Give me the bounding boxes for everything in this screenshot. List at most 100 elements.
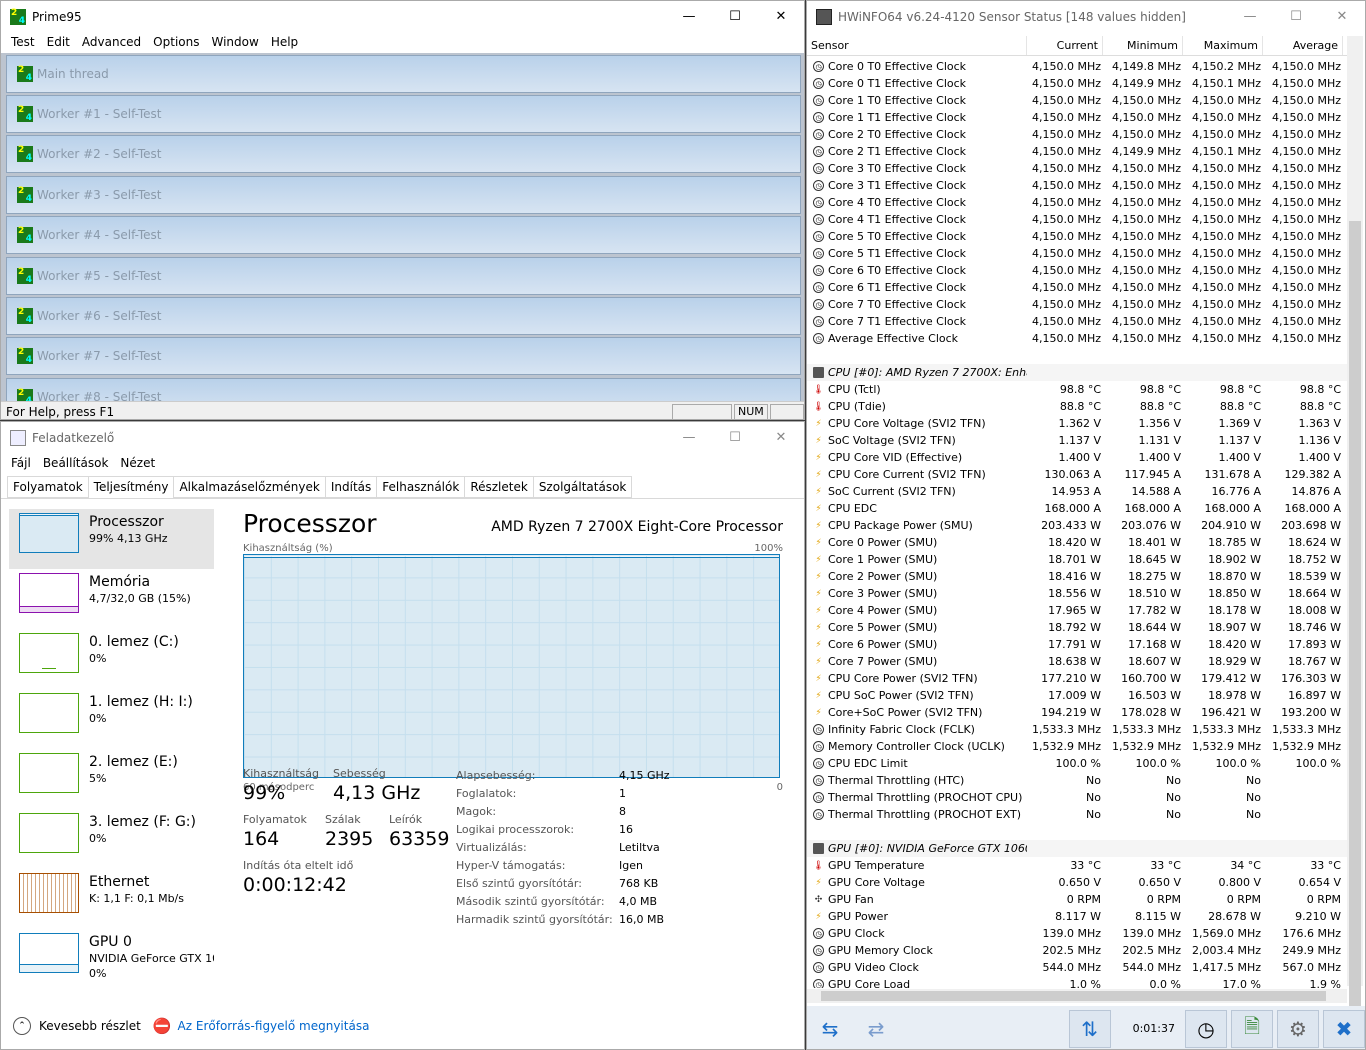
menu-options[interactable]: Options xyxy=(147,35,205,49)
sensor-row[interactable]: ⚡ CPU Core Current (SVI2 TFN) 130.063 A 117… xyxy=(807,466,1347,483)
open-resource-monitor-link[interactable]: Az Erőforrás-figyelő megnyitása xyxy=(178,1019,370,1033)
sensor-row[interactable]: ◷ Core 5 T1 Effective Clock 4,150.0 MHz 4,1… xyxy=(807,245,1347,262)
sensor-row[interactable]: ◷ Core 3 T0 Effective Clock 4,150.0 MHz 4,1… xyxy=(807,160,1347,177)
vertical-scrollbar[interactable] xyxy=(1347,36,1363,1006)
expand-arrows-icon[interactable]: ⇆ xyxy=(809,1010,851,1048)
sensor-group-header[interactable]: CPU [#0]: AMD Ryzen 7 2700X: Enha... xyxy=(807,364,1347,381)
sensor-row[interactable]: ◷ Core 2 T0 Effective Clock 4,150.0 MHz 4,1… xyxy=(807,126,1347,143)
sensor-row[interactable]: ⚡ SoC Current (SVI2 TFN) 14.953 A 14.588 A 1… xyxy=(807,483,1347,500)
worker-window-2[interactable]: Worker #2 - Self-Test xyxy=(6,135,801,173)
horizontal-scrollbar[interactable] xyxy=(807,989,1347,1003)
worker-window-3[interactable]: Worker #3 - Self-Test xyxy=(6,176,801,214)
column-sensor[interactable]: Sensor xyxy=(807,36,1027,55)
column-maximum[interactable]: Maximum xyxy=(1183,36,1263,55)
sensor-row[interactable]: ◷ GPU Core Load 1.0 % 0.0 % 17.0 % 1.9 % xyxy=(807,976,1347,988)
sensor-row[interactable]: ◷ Core 6 T1 Effective Clock 4,150.0 MHz 4,1… xyxy=(807,279,1347,296)
sensor-row[interactable]: ⚡ Core 0 Power (SMU) 18.420 W 18.401 W 18.78… xyxy=(807,534,1347,551)
close-button[interactable]: ✕ xyxy=(758,1,804,32)
sensor-row[interactable]: ⚡ Core 5 Power (SMU) 18.792 W 18.644 W 18.90… xyxy=(807,619,1347,636)
sensor-row[interactable]: ◷ Core 6 T0 Effective Clock 4,150.0 MHz 4,1… xyxy=(807,262,1347,279)
collapse-arrows-icon[interactable]: ⇄ xyxy=(855,1010,897,1048)
sensor-row[interactable]: ◷ Core 3 T1 Effective Clock 4,150.0 MHz 4,1… xyxy=(807,177,1347,194)
sensor-row[interactable]: ◷ Infinity Fabric Clock (FCLK) 1,533.3 MHz… xyxy=(807,721,1347,738)
sensor-row[interactable]: ⚡ CPU Core Power (SVI2 TFN) 177.210 W 160.7… xyxy=(807,670,1347,687)
chevron-up-icon[interactable]: ⌃ xyxy=(13,1017,31,1035)
column-average[interactable]: Average xyxy=(1263,36,1343,55)
worker-window-8[interactable]: Worker #8 - Self-Test xyxy=(6,378,801,401)
sensor-row[interactable]: ◷ Core 4 T0 Effective Clock 4,150.0 MHz 4,1… xyxy=(807,194,1347,211)
sensor-row[interactable]: ◷ Core 0 T0 Effective Clock 4,150.0 MHz 4,1… xyxy=(807,58,1347,75)
menu-file[interactable]: Fájl xyxy=(5,456,37,470)
menu-advanced[interactable]: Advanced xyxy=(76,35,147,49)
sensor-row[interactable]: ◷ GPU Clock 139.0 MHz 139.0 MHz 1,569.0 MHz 1… xyxy=(807,925,1347,942)
sensor-row[interactable]: ⚡ CPU Core Voltage (SVI2 TFN) 1.362 V 1.356… xyxy=(807,415,1347,432)
hwinfo-titlebar[interactable]: HWiNFO64 v6.24-4120 Sensor Status [148 v… xyxy=(807,1,1365,32)
sensor-row[interactable]: ◷ Average Effective Clock 4,150.0 MHz 4,150… xyxy=(807,330,1347,347)
worker-window-4[interactable]: Worker #4 - Self-Test xyxy=(6,216,801,254)
sensor-row[interactable]: ⚡ Core 1 Power (SMU) 18.701 W 18.645 W 18.90… xyxy=(807,551,1347,568)
sensor-row[interactable]: ◷ Thermal Throttling (PROCHOT CPU) No No No xyxy=(807,789,1347,806)
menu-help[interactable]: Help xyxy=(265,35,304,49)
menu-test[interactable]: Test xyxy=(5,35,41,49)
maximize-button[interactable]: ☐ xyxy=(712,1,758,32)
sensor-row[interactable]: 🌡 GPU Temperature 33 °C 33 °C 34 °C 33 °C xyxy=(807,857,1347,874)
sensor-row[interactable]: ◷ Core 1 T1 Effective Clock 4,150.0 MHz 4,1… xyxy=(807,109,1347,126)
logging-icon[interactable]: 🗎 xyxy=(1231,1009,1273,1048)
resource-gpu[interactable]: GPU 0 NVIDIA GeForce GTX 1060 0% xyxy=(9,929,214,989)
menu-window[interactable]: Window xyxy=(205,35,264,49)
sensor-row[interactable]: ◷ Thermal Throttling (PROCHOT EXT) No No No xyxy=(807,806,1347,823)
resource-disk-2[interactable]: 2. lemez (E:) 5% xyxy=(9,749,214,809)
menu-view[interactable]: Nézet xyxy=(114,456,161,470)
tab-processes[interactable]: Folyamatok xyxy=(7,476,89,498)
worker-window-1[interactable]: Worker #1 - Self-Test xyxy=(6,95,801,133)
sensor-row[interactable]: ⚡ CPU EDC 168.000 A 168.000 A 168.000 A 168.0… xyxy=(807,500,1347,517)
sensor-row[interactable]: ⚡ Core 2 Power (SMU) 18.416 W 18.275 W 18.87… xyxy=(807,568,1347,585)
scrollbar-thumb[interactable] xyxy=(821,991,1326,1001)
sensor-row[interactable]: ⚡ GPU Core Voltage 0.650 V 0.650 V 0.800 V 0.… xyxy=(807,874,1347,891)
minimize-button[interactable]: — xyxy=(1227,1,1273,32)
tab-details[interactable]: Részletek xyxy=(464,476,534,498)
menu-edit[interactable]: Edit xyxy=(41,35,76,49)
sensor-row[interactable]: ⚡ SoC Voltage (SVI2 TFN) 1.137 V 1.131 V 1.1… xyxy=(807,432,1347,449)
resource-disk-3[interactable]: 3. lemez (F: G:) 0% xyxy=(9,809,214,869)
sensor-row[interactable]: ✣ GPU Fan 0 RPM 0 RPM 0 RPM 0 RPM xyxy=(807,891,1347,908)
prime95-titlebar[interactable]: Prime95 — ☐ ✕ xyxy=(1,1,804,32)
resource-cpu[interactable]: Processzor 99% 4,13 GHz xyxy=(9,509,214,569)
tab-startup[interactable]: Indítás xyxy=(324,476,378,498)
sensor-row[interactable]: ⚡ Core 3 Power (SMU) 18.556 W 18.510 W 18.85… xyxy=(807,585,1347,602)
sensor-row[interactable]: ⚡ GPU Power 8.117 W 8.115 W 28.678 W 9.210 W xyxy=(807,908,1347,925)
sensor-row[interactable]: ◷ GPU Video Clock 544.0 MHz 544.0 MHz 1,417.… xyxy=(807,959,1347,976)
worker-window-main[interactable]: Main thread xyxy=(6,55,801,93)
tab-services[interactable]: Szolgáltatások xyxy=(532,476,633,498)
tab-app-history[interactable]: Alkalmazáselőzmények xyxy=(173,476,326,498)
minimize-button[interactable]: — xyxy=(666,422,712,453)
tab-performance[interactable]: Teljesítmény xyxy=(87,476,175,499)
resource-ethernet[interactable]: Ethernet K: 1,1 F: 0,1 Mb/s xyxy=(9,869,214,929)
sensor-row[interactable]: ◷ Core 1 T0 Effective Clock 4,150.0 MHz 4,1… xyxy=(807,92,1347,109)
sensor-row[interactable]: ◷ GPU Memory Clock 202.5 MHz 202.5 MHz 2,003… xyxy=(807,942,1347,959)
taskmgr-titlebar[interactable]: Feladatkezelő — ☐ ✕ xyxy=(1,422,804,453)
sensor-row[interactable]: ⚡ Core 7 Power (SMU) 18.638 W 18.607 W 18.92… xyxy=(807,653,1347,670)
sensor-row[interactable]: ⚡ Core 6 Power (SMU) 17.791 W 17.168 W 18.42… xyxy=(807,636,1347,653)
sensor-group-header[interactable]: GPU [#0]: NVIDIA GeForce GTX 1060 ... xyxy=(807,840,1347,857)
menu-settings[interactable]: Beállítások xyxy=(37,456,115,470)
sensor-row[interactable]: 🌡 CPU (Tctl) 98.8 °C 98.8 °C 98.8 °C 98.8 °C xyxy=(807,381,1347,398)
close-button[interactable]: ✕ xyxy=(758,422,804,453)
tab-users[interactable]: Felhasználók xyxy=(376,476,466,498)
sensor-row[interactable]: ◷ Core 2 T1 Effective Clock 4,150.0 MHz 4,1… xyxy=(807,143,1347,160)
worker-window-5[interactable]: Worker #5 - Self-Test xyxy=(6,257,801,295)
resource-disk-1[interactable]: 1. lemez (H: I:) 0% xyxy=(9,689,214,749)
column-minimum[interactable]: Minimum xyxy=(1103,36,1183,55)
resource-memory[interactable]: Memória 4,7/32,0 GB (15%) xyxy=(9,569,214,629)
sensor-row[interactable]: ◷ Core 7 T1 Effective Clock 4,150.0 MHz 4,1… xyxy=(807,313,1347,330)
worker-window-7[interactable]: Worker #7 - Self-Test xyxy=(6,337,801,375)
sensor-row[interactable]: ⚡ CPU SoC Power (SVI2 TFN) 17.009 W 16.503 … xyxy=(807,687,1347,704)
network-icon[interactable]: ⇅ xyxy=(1068,1009,1111,1048)
scrollbar-thumb[interactable] xyxy=(1349,221,1361,1006)
sensor-row[interactable]: ◷ Core 7 T0 Effective Clock 4,150.0 MHz 4,1… xyxy=(807,296,1347,313)
sensor-row[interactable]: ◷ Core 5 T0 Effective Clock 4,150.0 MHz 4,1… xyxy=(807,228,1347,245)
sensor-row[interactable]: ⚡ CPU Core VID (Effective) 1.400 V 1.400 V 1… xyxy=(807,449,1347,466)
gear-icon[interactable]: ⚙ xyxy=(1277,1009,1319,1048)
fewer-details-button[interactable]: Kevesebb részlet xyxy=(39,1019,141,1033)
maximize-button[interactable]: ☐ xyxy=(712,422,758,453)
